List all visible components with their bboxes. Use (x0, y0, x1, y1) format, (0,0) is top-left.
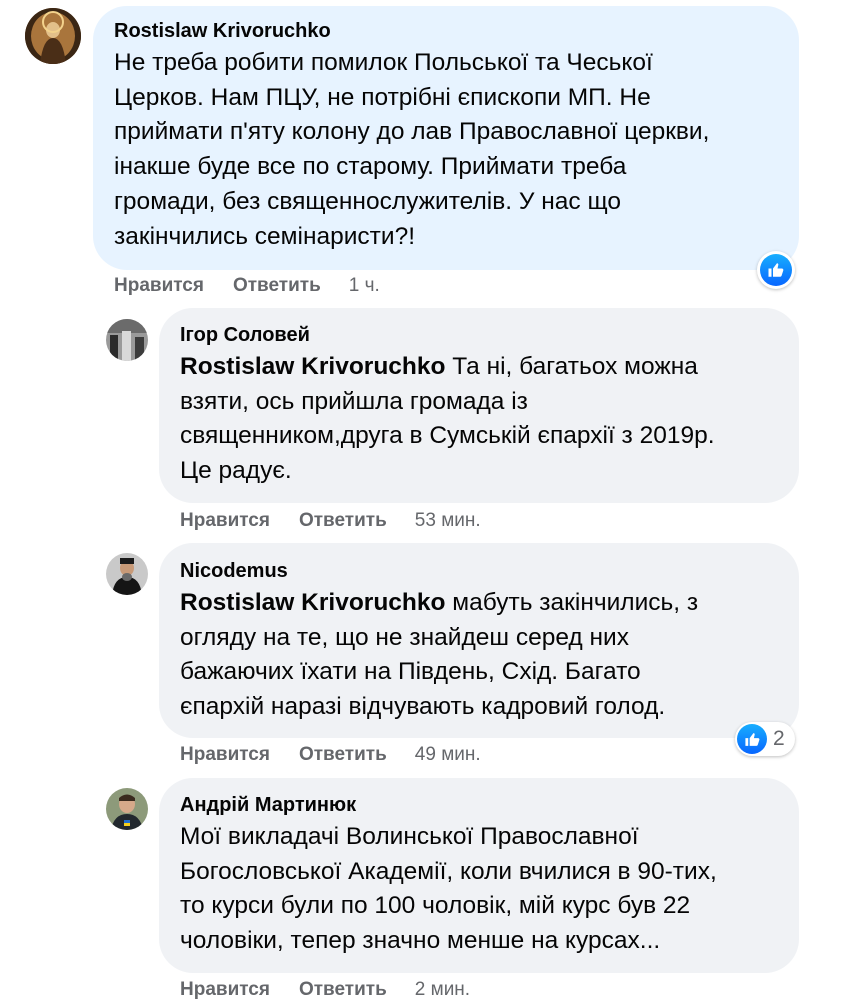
comment-text: Rostislaw Krivoruchko мабуть закінчились… (180, 586, 795, 725)
mention-link[interactable]: Rostislaw Krivoruchko (180, 589, 445, 616)
text-line: взяти, ось прийшла громада із (180, 387, 528, 415)
text-line: інакше буде все по старому. Приймати тре… (114, 153, 627, 181)
like-button[interactable]: Нравится (180, 744, 270, 766)
like-button[interactable]: Нравится (114, 275, 204, 297)
avatar[interactable] (106, 553, 148, 595)
text-line: Rostislaw Krivoruchko мабуть закінчились… (180, 586, 795, 621)
comment-actions: Нравится Ответить 53 мин. (180, 510, 481, 532)
avatar-icon (106, 553, 148, 595)
reaction-summary[interactable] (757, 251, 795, 289)
reply-button[interactable]: Ответить (299, 510, 387, 532)
text-line: громади, без священнослужителів. У нас щ… (114, 187, 621, 215)
comment-actions: Нравится Ответить 49 мин. (180, 744, 481, 766)
avatar-icon (106, 319, 148, 361)
text-line: Rostislaw Krivoruchko Та ні, багатьох мо… (180, 350, 795, 385)
like-button[interactable]: Нравится (180, 510, 270, 532)
avatar[interactable] (25, 8, 81, 64)
avatar-icon (25, 8, 81, 64)
comment-text: Rostislaw Krivoruchko Та ні, багатьох мо… (180, 350, 795, 489)
reply-button[interactable]: Ответить (299, 744, 387, 766)
like-icon (760, 254, 792, 286)
comment-author[interactable]: Rostislaw Krivoruchko (114, 20, 331, 43)
text-fragment: Та ні, багатьох можна (445, 353, 698, 380)
like-button[interactable]: Нравится (180, 979, 270, 1001)
like-icon (737, 724, 767, 754)
text-line: священником,друга в Сумській єпархії з 2… (180, 422, 715, 450)
reaction-count: 2 (773, 727, 785, 750)
comment-actions: Нравится Ответить 1 ч. (114, 275, 380, 297)
comment-author[interactable]: Ігор Соловей (180, 324, 310, 347)
text-line: огляду на те, що не знайдеш серед них (180, 623, 629, 651)
text-line: то курси були по 100 чоловік, мій курс б… (180, 892, 691, 920)
text-fragment: мабуть закінчились, з (445, 589, 699, 616)
comment-author[interactable]: Nicodemus (180, 560, 288, 583)
text-line: Мої викладачі Волинської Православної (180, 823, 639, 850)
comment-actions: Нравится Ответить 2 мин. (180, 979, 470, 1001)
avatar[interactable] (106, 319, 148, 361)
mention-link[interactable]: Rostislaw Krivoruchko (180, 353, 445, 380)
text-line: бажаючих їхати на Південь, Схід. Багато (180, 658, 641, 686)
text-line: Богословської Академії, коли вчилися в 9… (180, 857, 717, 885)
comment-time[interactable]: 2 мин. (415, 979, 470, 1001)
text-line: чоловіки, тепер значно менше на курсах..… (180, 927, 661, 955)
comment-author[interactable]: Андрій Мартинюк (180, 794, 356, 817)
reply-button[interactable]: Ответить (299, 979, 387, 1001)
comment-time[interactable]: 1 ч. (349, 275, 380, 297)
text-line: приймати п'яту колону до лав Православно… (114, 118, 710, 146)
reply-button[interactable]: Ответить (233, 275, 321, 297)
comment-time[interactable]: 49 мин. (415, 744, 481, 766)
avatar-icon (106, 788, 148, 830)
comment-text: Не треба робити помилок Польської та Чес… (114, 46, 794, 254)
text-line: закінчились семінаристи?! (114, 222, 416, 250)
reaction-summary[interactable]: 2 (735, 722, 795, 756)
text-line: Церков. Нам ПЦУ, не потрібні єпископи МП… (114, 83, 651, 111)
comment-text: Мої викладачі Волинської Православної Бо… (180, 820, 795, 959)
text-line: Не треба робити помилок Польської та Чес… (114, 49, 653, 76)
avatar[interactable] (106, 788, 148, 830)
text-line: єпархій наразі відчувають кадровий голод… (180, 693, 666, 721)
comment-time[interactable]: 53 мин. (415, 510, 481, 532)
text-line: Це радує. (180, 457, 292, 485)
